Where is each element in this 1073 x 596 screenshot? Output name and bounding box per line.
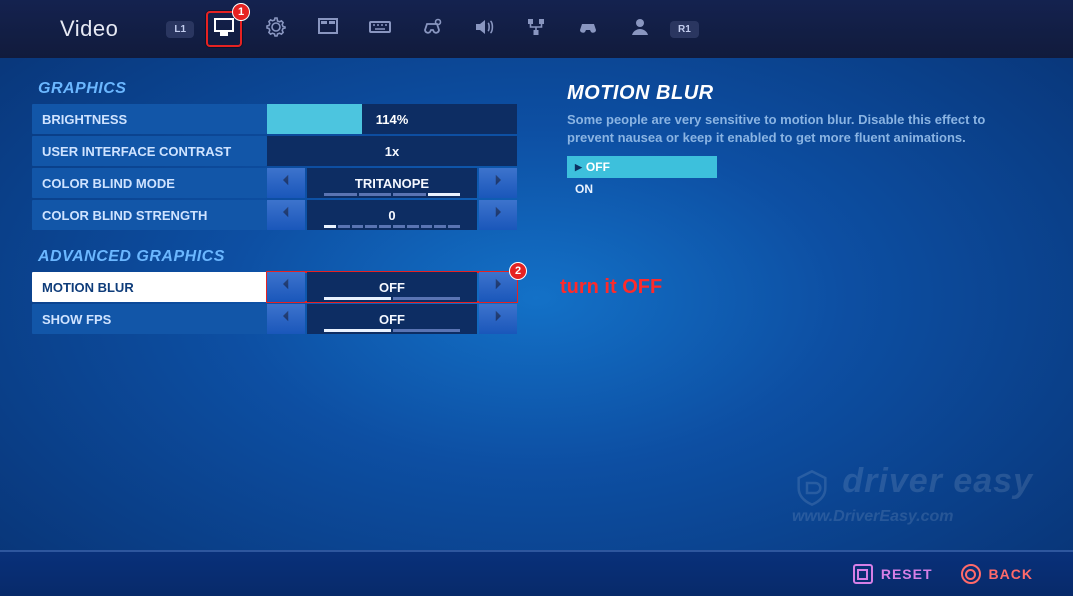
controller-gear-icon — [420, 15, 444, 44]
chevron-right-icon — [489, 307, 507, 331]
control-cb-mode[interactable]: TRITANOPE — [267, 168, 517, 198]
control-show-fps[interactable]: OFF — [267, 304, 517, 334]
tab-audio[interactable] — [466, 11, 502, 47]
cb-mode-prev[interactable] — [267, 168, 305, 198]
chevron-right-icon — [489, 171, 507, 195]
info-option-list: OFF ON — [567, 156, 717, 200]
cb-strength-prev[interactable] — [267, 200, 305, 230]
row-color-blind-strength[interactable]: COLOR BLIND STRENGTH 0 — [32, 200, 517, 230]
show-fps-next[interactable] — [479, 304, 517, 334]
keyboard-icon — [368, 15, 392, 44]
show-fps-value: OFF — [307, 304, 477, 334]
ui-contrast-value: 1x — [267, 136, 517, 166]
info-option-off[interactable]: OFF — [567, 156, 717, 178]
tab-controller[interactable] — [570, 11, 606, 47]
info-title: MOTION BLUR — [567, 82, 1045, 105]
gear-icon — [264, 15, 288, 44]
tab-keyboard[interactable] — [362, 11, 398, 47]
chevron-right-icon — [489, 275, 507, 299]
section-graphics-title: GRAPHICS — [32, 76, 517, 104]
row-motion-blur[interactable]: MOTION BLUR OFF 2 — [32, 272, 517, 302]
label-ui-contrast: USER INTERFACE CONTRAST — [32, 136, 267, 166]
ps-square-icon — [853, 564, 873, 584]
top-bar: Video L1 1 — [0, 0, 1073, 58]
watermark-line1: driver easy — [842, 462, 1033, 500]
control-motion-blur[interactable]: OFF 2 — [267, 272, 517, 302]
annotation-badge-2: 2 — [509, 262, 527, 280]
cb-strength-next[interactable] — [479, 200, 517, 230]
cb-mode-next[interactable] — [479, 168, 517, 198]
motion-blur-prev[interactable] — [267, 272, 305, 302]
ps-circle-icon — [961, 564, 981, 584]
info-description: Some people are very sensitive to motion… — [567, 111, 1007, 146]
cb-strength-value: 0 — [307, 200, 477, 230]
row-show-fps[interactable]: SHOW FPS OFF — [32, 304, 517, 334]
control-ui-contrast[interactable]: 1x — [267, 136, 517, 166]
label-motion-blur: MOTION BLUR — [32, 272, 267, 302]
hud-layout-icon — [316, 15, 340, 44]
speaker-icon — [472, 15, 496, 44]
row-color-blind-mode[interactable]: COLOR BLIND MODE TRITANOPE — [32, 168, 517, 198]
watermark-line2: www.DriverEasy.com — [792, 508, 954, 525]
footer-reset-button[interactable]: RESET — [853, 564, 933, 584]
section-advanced-title: ADVANCED GRAPHICS — [32, 244, 517, 272]
shoulder-left-badge: L1 — [166, 21, 194, 38]
label-brightness: BRIGHTNESS — [32, 104, 267, 134]
control-cb-strength[interactable]: 0 — [267, 200, 517, 230]
tab-hud[interactable] — [310, 11, 346, 47]
chevron-left-icon — [277, 171, 295, 195]
person-icon — [628, 15, 652, 44]
footer-back-button[interactable]: BACK — [961, 564, 1033, 584]
footer-back-label: BACK — [989, 566, 1033, 582]
network-icon — [524, 15, 548, 44]
brightness-value: 114% — [267, 104, 517, 134]
row-ui-contrast[interactable]: USER INTERFACE CONTRAST 1x — [32, 136, 517, 166]
tab-account[interactable] — [622, 11, 658, 47]
label-cb-strength: COLOR BLIND STRENGTH — [32, 200, 267, 230]
monitor-icon — [212, 15, 236, 44]
watermark-logo-icon — [792, 479, 842, 496]
tab-controller-config[interactable] — [414, 11, 450, 47]
tab-network[interactable] — [518, 11, 554, 47]
footer-bar: RESET BACK — [0, 550, 1073, 596]
label-show-fps: SHOW FPS — [32, 304, 267, 334]
control-brightness[interactable]: 114% — [267, 104, 517, 134]
page-title: Video — [60, 16, 118, 42]
info-option-on[interactable]: ON — [567, 178, 717, 200]
chevron-left-icon — [277, 275, 295, 299]
settings-left-column: GRAPHICS BRIGHTNESS 114% USER INTERFACE … — [32, 76, 517, 336]
chevron-left-icon — [277, 203, 295, 227]
tab-game-settings[interactable] — [258, 11, 294, 47]
chevron-right-icon — [489, 203, 507, 227]
row-brightness[interactable]: BRIGHTNESS 114% — [32, 104, 517, 134]
chevron-left-icon — [277, 307, 295, 331]
label-cb-mode: COLOR BLIND MODE — [32, 168, 267, 198]
footer-reset-label: RESET — [881, 566, 933, 582]
shoulder-right-badge: R1 — [670, 21, 699, 38]
show-fps-prev[interactable] — [267, 304, 305, 334]
main-content: GRAPHICS BRIGHTNESS 114% USER INTERFACE … — [0, 58, 1073, 336]
watermark: driver easy www.DriverEasy.com — [792, 462, 1033, 526]
annotation-badge-1: 1 — [232, 3, 250, 21]
gamepad-icon — [576, 15, 600, 44]
motion-blur-value: OFF — [307, 272, 477, 302]
brightness-slider[interactable]: 114% — [267, 104, 517, 134]
annotation-text: turn it OFF — [560, 276, 662, 299]
tab-video[interactable]: 1 — [206, 11, 242, 47]
cb-mode-value: TRITANOPE — [307, 168, 477, 198]
